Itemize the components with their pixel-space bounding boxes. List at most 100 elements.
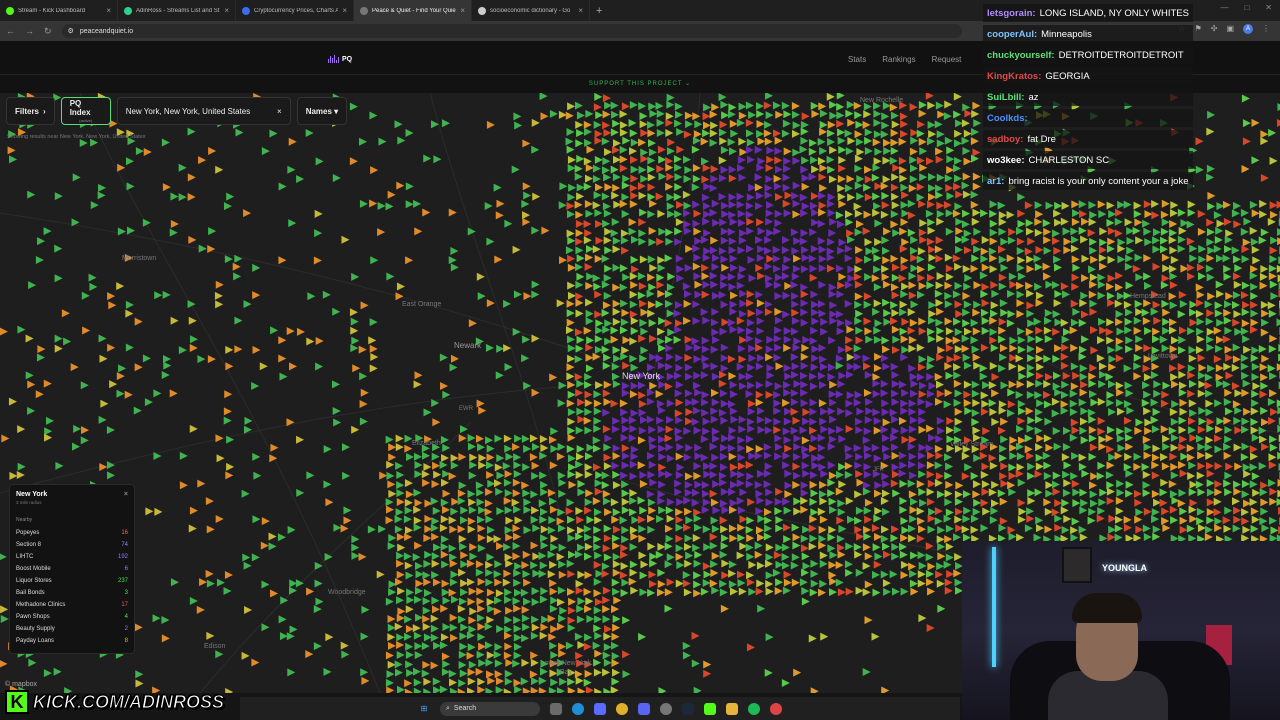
filters-button[interactable]: Filters › [6, 97, 55, 125]
chat-username[interactable]: sadboy: [987, 134, 1023, 145]
tab-close-icon[interactable]: × [224, 6, 229, 15]
nav-rankings[interactable]: Rankings [882, 55, 915, 64]
steam-icon[interactable] [682, 702, 694, 715]
map-heat-tile [919, 498, 928, 507]
map-heat-tile [243, 209, 252, 218]
chat-username[interactable]: KingKratos: [987, 71, 1041, 82]
location-search-field[interactable]: New York, New York, United States × [116, 97, 291, 125]
map-heat-tile [909, 471, 918, 480]
map-heat-tile [972, 480, 981, 489]
pq-index-button[interactable]: PQ Index (active) [60, 97, 111, 125]
file-explorer-icon[interactable] [726, 702, 738, 715]
map-heat-tile [1198, 255, 1207, 264]
chat-username[interactable]: ar1: [987, 176, 1004, 187]
kick-app-icon[interactable] [704, 702, 716, 715]
close-window-icon[interactable]: ✕ [1265, 3, 1272, 12]
app-icon[interactable] [594, 702, 606, 715]
map-heat-tile [458, 679, 467, 688]
forward-icon[interactable]: → [25, 26, 34, 36]
map-heat-tile [574, 172, 583, 181]
map-heat-tile [621, 506, 630, 515]
map-heat-tile [729, 534, 738, 543]
browser-tab[interactable]: AdinRoss - Streams List and St × [118, 0, 236, 21]
map-heat-tile [385, 435, 394, 444]
nav-stats[interactable]: Stats [848, 55, 866, 64]
map-heat-tile [944, 498, 953, 507]
tab-close-icon[interactable]: × [460, 6, 465, 15]
nav-request[interactable]: Request [932, 55, 962, 64]
site-logo[interactable]: PQ [328, 55, 352, 63]
site-info-icon[interactable]: ⚙ [68, 27, 74, 35]
extension-icon[interactable]: ⚑ [1195, 24, 1202, 34]
map-heat-tile [458, 434, 467, 443]
maximize-icon[interactable]: □ [1244, 3, 1249, 12]
chat-username[interactable]: SuiLbill: [987, 92, 1024, 103]
tab-close-icon[interactable]: × [342, 6, 347, 15]
map-heat-tile [720, 300, 729, 309]
map-heat-tile [647, 129, 656, 138]
new-tab-button[interactable]: + [596, 5, 602, 17]
chrome-icon[interactable] [616, 702, 628, 715]
map-heat-tile [423, 559, 432, 568]
chat-username[interactable]: cooperAul: [987, 29, 1037, 40]
back-icon[interactable]: ← [6, 26, 15, 36]
map-heat-tile [142, 354, 151, 363]
map-heat-tile [1259, 281, 1268, 290]
map-heat-tile [296, 174, 305, 183]
chat-username[interactable]: chuckyourself: [987, 50, 1055, 61]
map-heat-tile [370, 352, 379, 361]
browser-tab[interactable]: socioeconomic dictionary - Go × [472, 0, 590, 21]
chrome-alt-icon[interactable] [770, 702, 782, 715]
map-heat-tile [1116, 327, 1125, 336]
minimize-icon[interactable]: — [1220, 3, 1228, 12]
chat-username[interactable]: wo3kee: [987, 155, 1025, 166]
puzzle-icon[interactable]: ✣ [1211, 24, 1218, 34]
taskbar-search[interactable]: ⌕ Search [440, 701, 540, 716]
edge-icon[interactable] [572, 702, 584, 715]
menu-icon[interactable]: ⋮ [1262, 24, 1270, 34]
names-dropdown[interactable]: Names ▾ [296, 97, 348, 125]
chat-username[interactable]: Coolkds: [987, 113, 1028, 124]
url-field[interactable]: ⚙ peaceandquiet.io [61, 24, 962, 38]
spotify-icon[interactable] [748, 702, 760, 715]
map-heat-tile [495, 371, 504, 380]
map-heat-tile [1189, 308, 1198, 317]
map-heat-tile [576, 111, 585, 120]
map-heat-tile [504, 677, 513, 686]
chat-username[interactable]: letsgorain: [987, 8, 1036, 19]
settings-icon[interactable] [660, 702, 672, 715]
map-heat-tile [406, 588, 415, 597]
map-heat-tile [1035, 326, 1044, 335]
browser-tab[interactable]: Stream - Kick Dashboard × [0, 0, 118, 21]
map-heat-tile [495, 487, 504, 496]
map-heat-tile [315, 362, 324, 371]
tab-close-icon[interactable]: × [578, 6, 583, 15]
map-heat-tile [891, 371, 900, 380]
map-heat-tile [790, 426, 799, 435]
browser-tab[interactable]: Cryptocurrency Prices, Charts A × [236, 0, 354, 21]
map-heat-tile [1051, 397, 1060, 406]
windows-start-icon[interactable]: ⊞ [418, 703, 430, 715]
map-heat-tile [1249, 480, 1258, 489]
widgets-icon[interactable] [550, 702, 562, 715]
map-heat-tile [1170, 471, 1179, 480]
reload-icon[interactable]: ↻ [44, 26, 52, 37]
map-heat-tile [421, 642, 430, 651]
discord-icon[interactable] [638, 702, 650, 715]
map-heat-tile [1018, 372, 1027, 381]
map-heat-tile [863, 444, 872, 453]
profile-avatar-icon[interactable]: A [1243, 24, 1253, 34]
map-heat-tile [484, 499, 493, 508]
sidebar-icon[interactable]: ▣ [1226, 24, 1234, 34]
map-heat-tile [694, 480, 703, 489]
map-heat-tile [548, 516, 557, 525]
mapbox-attribution[interactable]: © mapbox [5, 681, 37, 688]
map-heat-tile [782, 291, 791, 300]
panel-close-icon[interactable]: × [124, 491, 128, 498]
map-heat-tile [565, 246, 574, 255]
browser-tab-active[interactable]: Peace & Quiet - Find Your Quie × [354, 0, 472, 21]
clear-location-icon[interactable]: × [277, 107, 282, 116]
map-heat-tile [882, 579, 891, 588]
map-heat-tile [918, 317, 927, 326]
tab-close-icon[interactable]: × [106, 6, 111, 15]
